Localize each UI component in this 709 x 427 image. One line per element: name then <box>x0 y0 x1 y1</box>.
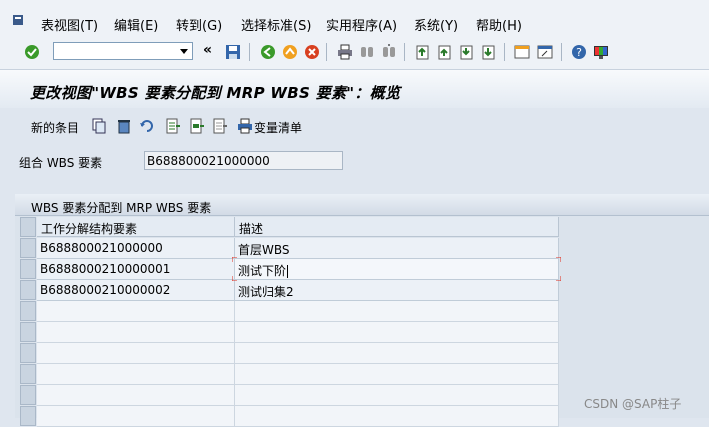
edit-marker-bottom-right <box>556 276 561 281</box>
back-double-arrow-icon[interactable]: « <box>203 42 219 58</box>
row-selector[interactable] <box>20 280 36 300</box>
empty-cell[interactable] <box>235 301 559 322</box>
select-block-icon[interactable] <box>189 118 205 134</box>
table-title: WBS 要素分配到 MRP WBS 要素 <box>31 201 212 215</box>
find-next-icon[interactable] <box>381 44 397 60</box>
system-toolbar: « ? <box>0 36 709 70</box>
toolbar-separator <box>504 43 505 61</box>
previous-page-icon[interactable] <box>436 44 452 60</box>
empty-cell[interactable] <box>235 364 559 385</box>
toolbar-separator <box>249 43 250 61</box>
toolbar-separator <box>326 43 327 61</box>
table-title-bar: WBS 要素分配到 MRP WBS 要素 <box>15 194 709 216</box>
row-selector[interactable] <box>20 385 36 405</box>
menu-utilities[interactable]: 实用程序(A) <box>326 15 397 34</box>
save-icon[interactable] <box>225 44 241 60</box>
menu-selection-criteria[interactable]: 选择标准(S) <box>241 15 311 34</box>
empty-cell[interactable] <box>37 322 235 343</box>
undo-change-icon[interactable] <box>139 118 155 134</box>
menu-help[interactable]: 帮助(H) <box>476 15 522 34</box>
svg-text:?: ? <box>576 46 582 59</box>
empty-cell[interactable] <box>235 385 559 406</box>
window-menu-icon[interactable] <box>13 15 23 25</box>
select-all-rows-button[interactable] <box>20 217 36 237</box>
create-session-icon[interactable] <box>514 44 530 60</box>
first-page-icon[interactable] <box>414 44 430 60</box>
text-cursor <box>287 265 289 278</box>
title-bar: 更改视图"WBS 要素分配到 MRP WBS 要素"：概览 <box>0 70 709 108</box>
menu-system[interactable]: 系统(Y) <box>414 15 458 34</box>
print-variant-icon[interactable] <box>237 118 253 134</box>
deselect-all-icon[interactable] <box>212 118 228 134</box>
empty-cell[interactable] <box>37 301 235 322</box>
description-cell[interactable]: 测试归集2 <box>235 280 559 301</box>
print-icon[interactable] <box>337 44 353 60</box>
empty-cell[interactable] <box>37 364 235 385</box>
help-icon[interactable]: ? <box>571 44 587 60</box>
row-selector[interactable] <box>20 343 36 363</box>
row-selector[interactable] <box>20 322 36 342</box>
cancel-icon[interactable] <box>304 44 320 60</box>
watermark: CSDN @SAP柱子 <box>584 397 682 411</box>
description-cell[interactable]: 首层WBS <box>235 238 559 259</box>
application-toolbar: 新的条目 变量清单 <box>15 112 709 140</box>
select-all-icon[interactable] <box>165 118 181 134</box>
column-header-description[interactable]: 描述 <box>235 217 559 237</box>
menu-bar: 表视图(T) 编辑(E) 转到(G) 选择标准(S) 实用程序(A) 系统(Y)… <box>0 0 709 36</box>
table-control: WBS 要素分配到 MRP WBS 要素 工作分解结构要素 描述 B688800… <box>15 194 709 427</box>
customize-layout-icon[interactable] <box>593 44 609 60</box>
exit-icon[interactable] <box>282 44 298 60</box>
combined-wbs-element-label: 组合 WBS 要素 <box>19 156 103 170</box>
empty-cell[interactable] <box>37 406 235 427</box>
menu-table-view[interactable]: 表视图(T) <box>41 15 98 34</box>
row-selector[interactable] <box>20 238 36 258</box>
wbs-element-cell[interactable]: B688800021000000 <box>37 238 235 259</box>
delete-icon[interactable] <box>116 118 132 134</box>
combined-wbs-element-field: B688800021000000 <box>144 151 343 170</box>
toolbar-separator <box>404 43 405 61</box>
shortcut-icon[interactable] <box>537 44 553 60</box>
new-entries-button[interactable]: 新的条目 <box>31 119 79 136</box>
empty-cell[interactable] <box>235 406 559 427</box>
row-selector[interactable] <box>20 259 36 279</box>
row-selector[interactable] <box>20 406 36 426</box>
edit-marker-top-right <box>556 257 561 262</box>
column-header-wbs-element[interactable]: 工作分解结构要素 <box>37 217 235 237</box>
wbs-element-cell[interactable]: B6888000210000001 <box>37 259 235 280</box>
toolbar-separator <box>561 43 562 61</box>
last-page-icon[interactable] <box>480 44 496 60</box>
command-field[interactable] <box>53 42 193 60</box>
description-cell-active[interactable]: 测试下阶 <box>235 259 559 280</box>
page-title: 更改视图"WBS 要素分配到 MRP WBS 要素"：概览 <box>30 84 401 102</box>
empty-cell[interactable] <box>235 322 559 343</box>
menu-goto[interactable]: 转到(G) <box>176 15 222 34</box>
menu-edit[interactable]: 编辑(E) <box>114 15 158 34</box>
back-icon[interactable] <box>260 44 276 60</box>
row-selector[interactable] <box>20 364 36 384</box>
row-selector[interactable] <box>20 301 36 321</box>
edit-marker-top-left <box>232 257 237 262</box>
empty-cell[interactable] <box>37 385 235 406</box>
wbs-element-cell[interactable]: B6888000210000002 <box>37 280 235 301</box>
empty-cell[interactable] <box>235 343 559 364</box>
next-page-icon[interactable] <box>458 44 474 60</box>
find-icon[interactable] <box>359 44 375 60</box>
copy-as-icon[interactable] <box>91 118 107 134</box>
variant-list-button[interactable]: 变量清单 <box>254 119 302 136</box>
description-text: 测试下阶 <box>238 264 287 278</box>
empty-cell[interactable] <box>37 343 235 364</box>
command-dropdown-icon[interactable] <box>180 49 188 54</box>
edit-marker-bottom-left <box>232 276 237 281</box>
enter-icon[interactable] <box>24 44 40 60</box>
